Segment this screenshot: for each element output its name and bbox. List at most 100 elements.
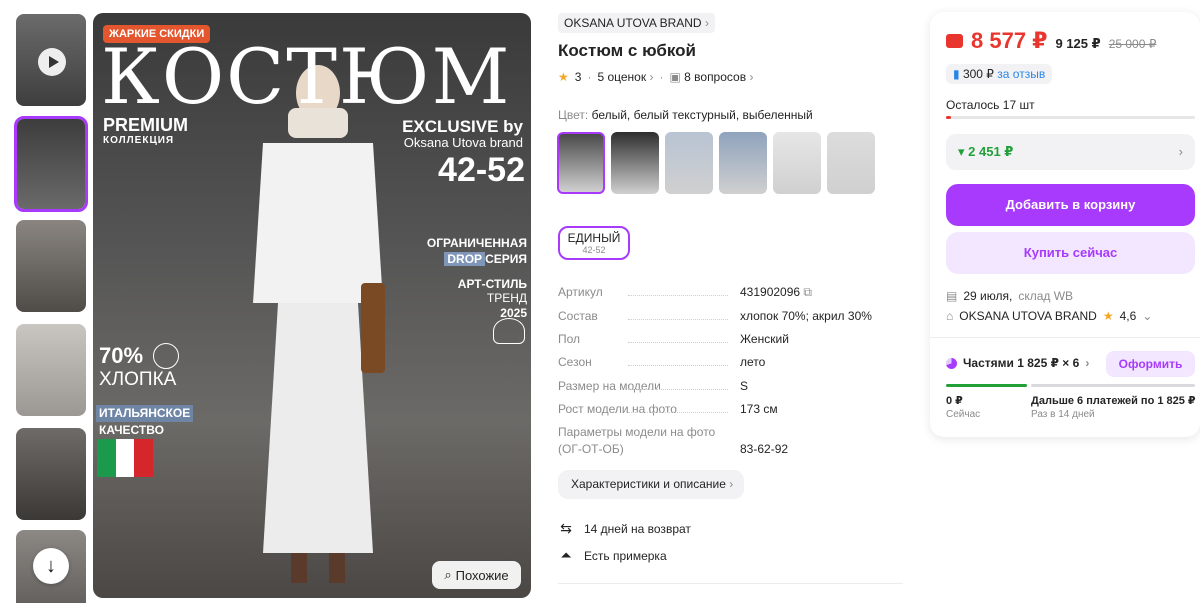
- property-key: Параметры модели на фото: [558, 425, 716, 439]
- color-swatches: [557, 132, 875, 194]
- later-amount: Дальше 6 платежей по 1 825 ₽: [1031, 395, 1196, 407]
- seller-row[interactable]: ⌂ OKSANA UTOVA BRAND ★ 4,6 ⌄: [946, 309, 1152, 323]
- property-value: 431902096 ⧉: [740, 285, 812, 300]
- rating-value: 3: [574, 70, 582, 84]
- price-row: 8 577 ₽ 9 125 ₽ 25 000 ₽: [946, 28, 1156, 54]
- warehouse: склад WB: [1018, 289, 1074, 303]
- color-swatch[interactable]: [773, 132, 821, 194]
- review-bonus-badge: ▮ 300 ₽ за отзыв: [946, 64, 1053, 84]
- shop-icon: ⌂: [946, 309, 954, 323]
- thumbnail-image[interactable]: [16, 324, 86, 416]
- add-to-cart-button[interactable]: Добавить в корзину: [946, 184, 1195, 226]
- reviews-link[interactable]: 5 оценок ›: [597, 70, 653, 84]
- chevron-right-icon: ›: [729, 477, 734, 491]
- wallet-icon: [946, 34, 963, 48]
- image-artstyle: АРТ-СТИЛЬ ТРЕНД 2025: [458, 277, 527, 320]
- apply-installments-button[interactable]: Оформить: [1106, 351, 1195, 377]
- similar-label: Похожие: [455, 567, 509, 583]
- discount-amount: 2 451 ₽: [968, 144, 1014, 159]
- buy-now-button[interactable]: Купить сейчас: [946, 232, 1195, 274]
- feature-text: Есть примерка: [584, 548, 667, 563]
- buy-card: 8 577 ₽ 9 125 ₽ 25 000 ₽ ▮ 300 ₽ за отзы…: [930, 12, 1200, 437]
- property-key: Сезон: [558, 355, 592, 369]
- star-icon: ★: [558, 70, 569, 84]
- image-search-icon: ⌕: [444, 567, 452, 582]
- similar-button[interactable]: ⌕ Похожие: [432, 561, 521, 589]
- discount-box[interactable]: ▾ 2 451 ₽ ›: [946, 134, 1195, 170]
- chevron-right-icon: ›: [1178, 144, 1183, 159]
- now-label: Сейчас: [946, 409, 981, 420]
- thumbnail-image-selected[interactable]: [14, 116, 88, 212]
- color-swatch[interactable]: [665, 132, 713, 194]
- characteristics-button[interactable]: Характеристики и описание ›: [558, 470, 744, 499]
- thumbnail-image: [16, 428, 86, 520]
- bonus-text: за отзыв: [997, 67, 1046, 81]
- size-option[interactable]: ЕДИНЫЙ 42-52: [558, 226, 630, 260]
- model-figure: [253, 65, 385, 583]
- property-value: лето: [740, 355, 766, 369]
- color-swatch[interactable]: [611, 132, 659, 194]
- image-headline: КОСТЮМ: [101, 32, 512, 121]
- image-cotton: ХЛОПКА: [99, 369, 177, 390]
- chevron-right-icon: ›: [704, 16, 709, 30]
- copy-icon[interactable]: ⧉: [803, 285, 812, 299]
- image-cotton-percent: 70%: [99, 343, 144, 368]
- brand-link[interactable]: OKSANA UTOVA BRAND ›: [558, 13, 715, 33]
- old-price: 25 000 ₽: [1108, 37, 1157, 51]
- scroll-down-button[interactable]: ↓: [33, 548, 69, 584]
- color-swatch[interactable]: [827, 132, 875, 194]
- main-product-image[interactable]: ЖАРКИЕ СКИДКИ КОСТЮМ PREMIUM КОЛЛЕКЦИЯ E…: [93, 13, 531, 598]
- stock-bar: [946, 116, 1195, 119]
- image-exclusive: EXCLUSIVE by: [402, 117, 523, 136]
- property-value: Женский: [740, 332, 789, 346]
- color-swatch[interactable]: [719, 132, 767, 194]
- delivery-date: 29 июля,: [963, 289, 1013, 303]
- now-amount: 0 ₽: [946, 395, 963, 407]
- questions-link[interactable]: ▣ 8 вопросов ›: [669, 70, 753, 84]
- play-icon: [38, 48, 66, 76]
- installments-text: Частями 1 825 ₽ × 6: [963, 356, 1080, 370]
- feature-return: ⇆ 14 дней на возврат: [558, 520, 691, 537]
- article-value: 431902096: [740, 285, 801, 299]
- thumbnail-video[interactable]: [16, 14, 86, 106]
- brand-name: OKSANA UTOVA BRAND: [564, 16, 702, 30]
- divider: [930, 337, 1200, 338]
- image-limited-text: ОГРАНИЧЕННАЯ: [426, 236, 527, 250]
- seller-name: OKSANA UTOVA BRAND: [959, 309, 1097, 323]
- property-value: хлопок 70%; акрил 30%: [740, 309, 872, 323]
- return-icon: ⇆: [560, 520, 572, 536]
- color-swatch[interactable]: [557, 132, 605, 194]
- property-key: Размер на модели: [558, 379, 661, 393]
- flower-icon: [153, 343, 179, 369]
- wallet-price: 8 577 ₽: [971, 28, 1048, 53]
- reviews-count: 5 оценок: [597, 70, 647, 84]
- regular-price: 9 125 ₽: [1055, 36, 1101, 51]
- thumbnail-image[interactable]: [16, 428, 86, 520]
- property-key: Пол: [558, 332, 581, 346]
- stock-left: Осталось 17 шт: [946, 98, 1035, 112]
- separator-dot: ·: [587, 70, 592, 84]
- property-value: S: [740, 379, 749, 393]
- bonus-amount: 300 ₽: [962, 67, 994, 81]
- property-value: 83-62-92: [740, 442, 789, 456]
- image-sizes: 42-52: [438, 151, 525, 189]
- rating-row: ★ 3 · 5 оценок › · ▣ 8 вопросов ›: [558, 70, 753, 84]
- image-collection: КОЛЛЕКЦИЯ: [103, 135, 175, 146]
- image-italian: ИТАЛЬЯНСКОЕ КАЧЕСТВО: [96, 405, 194, 439]
- image-premium: PREMIUM: [103, 115, 188, 135]
- feature-fitting: ⏶ Есть примерка: [558, 547, 667, 564]
- chevron-right-icon: ›: [1085, 356, 1090, 370]
- italy-flag-icon: [97, 439, 154, 477]
- color-label: Цвет:: [558, 108, 589, 122]
- product-title: Костюм с юбкой: [558, 41, 697, 60]
- seller-rating: 4,6: [1119, 309, 1137, 323]
- thumbnail-image[interactable]: [16, 220, 86, 312]
- image-brand: Oksana Utova brand: [403, 135, 523, 150]
- thumbnail-image: [16, 220, 86, 312]
- arrow-down-icon: ↓: [46, 554, 56, 577]
- separator-dot: ·: [659, 70, 664, 84]
- property-key-2: (ОГ-ОТ-ОБ): [558, 442, 624, 456]
- image-drop: DROP: [444, 252, 486, 267]
- box-icon: ▤: [946, 289, 958, 303]
- installments-link[interactable]: Частями 1 825 ₽ × 6 ›: [946, 356, 1089, 370]
